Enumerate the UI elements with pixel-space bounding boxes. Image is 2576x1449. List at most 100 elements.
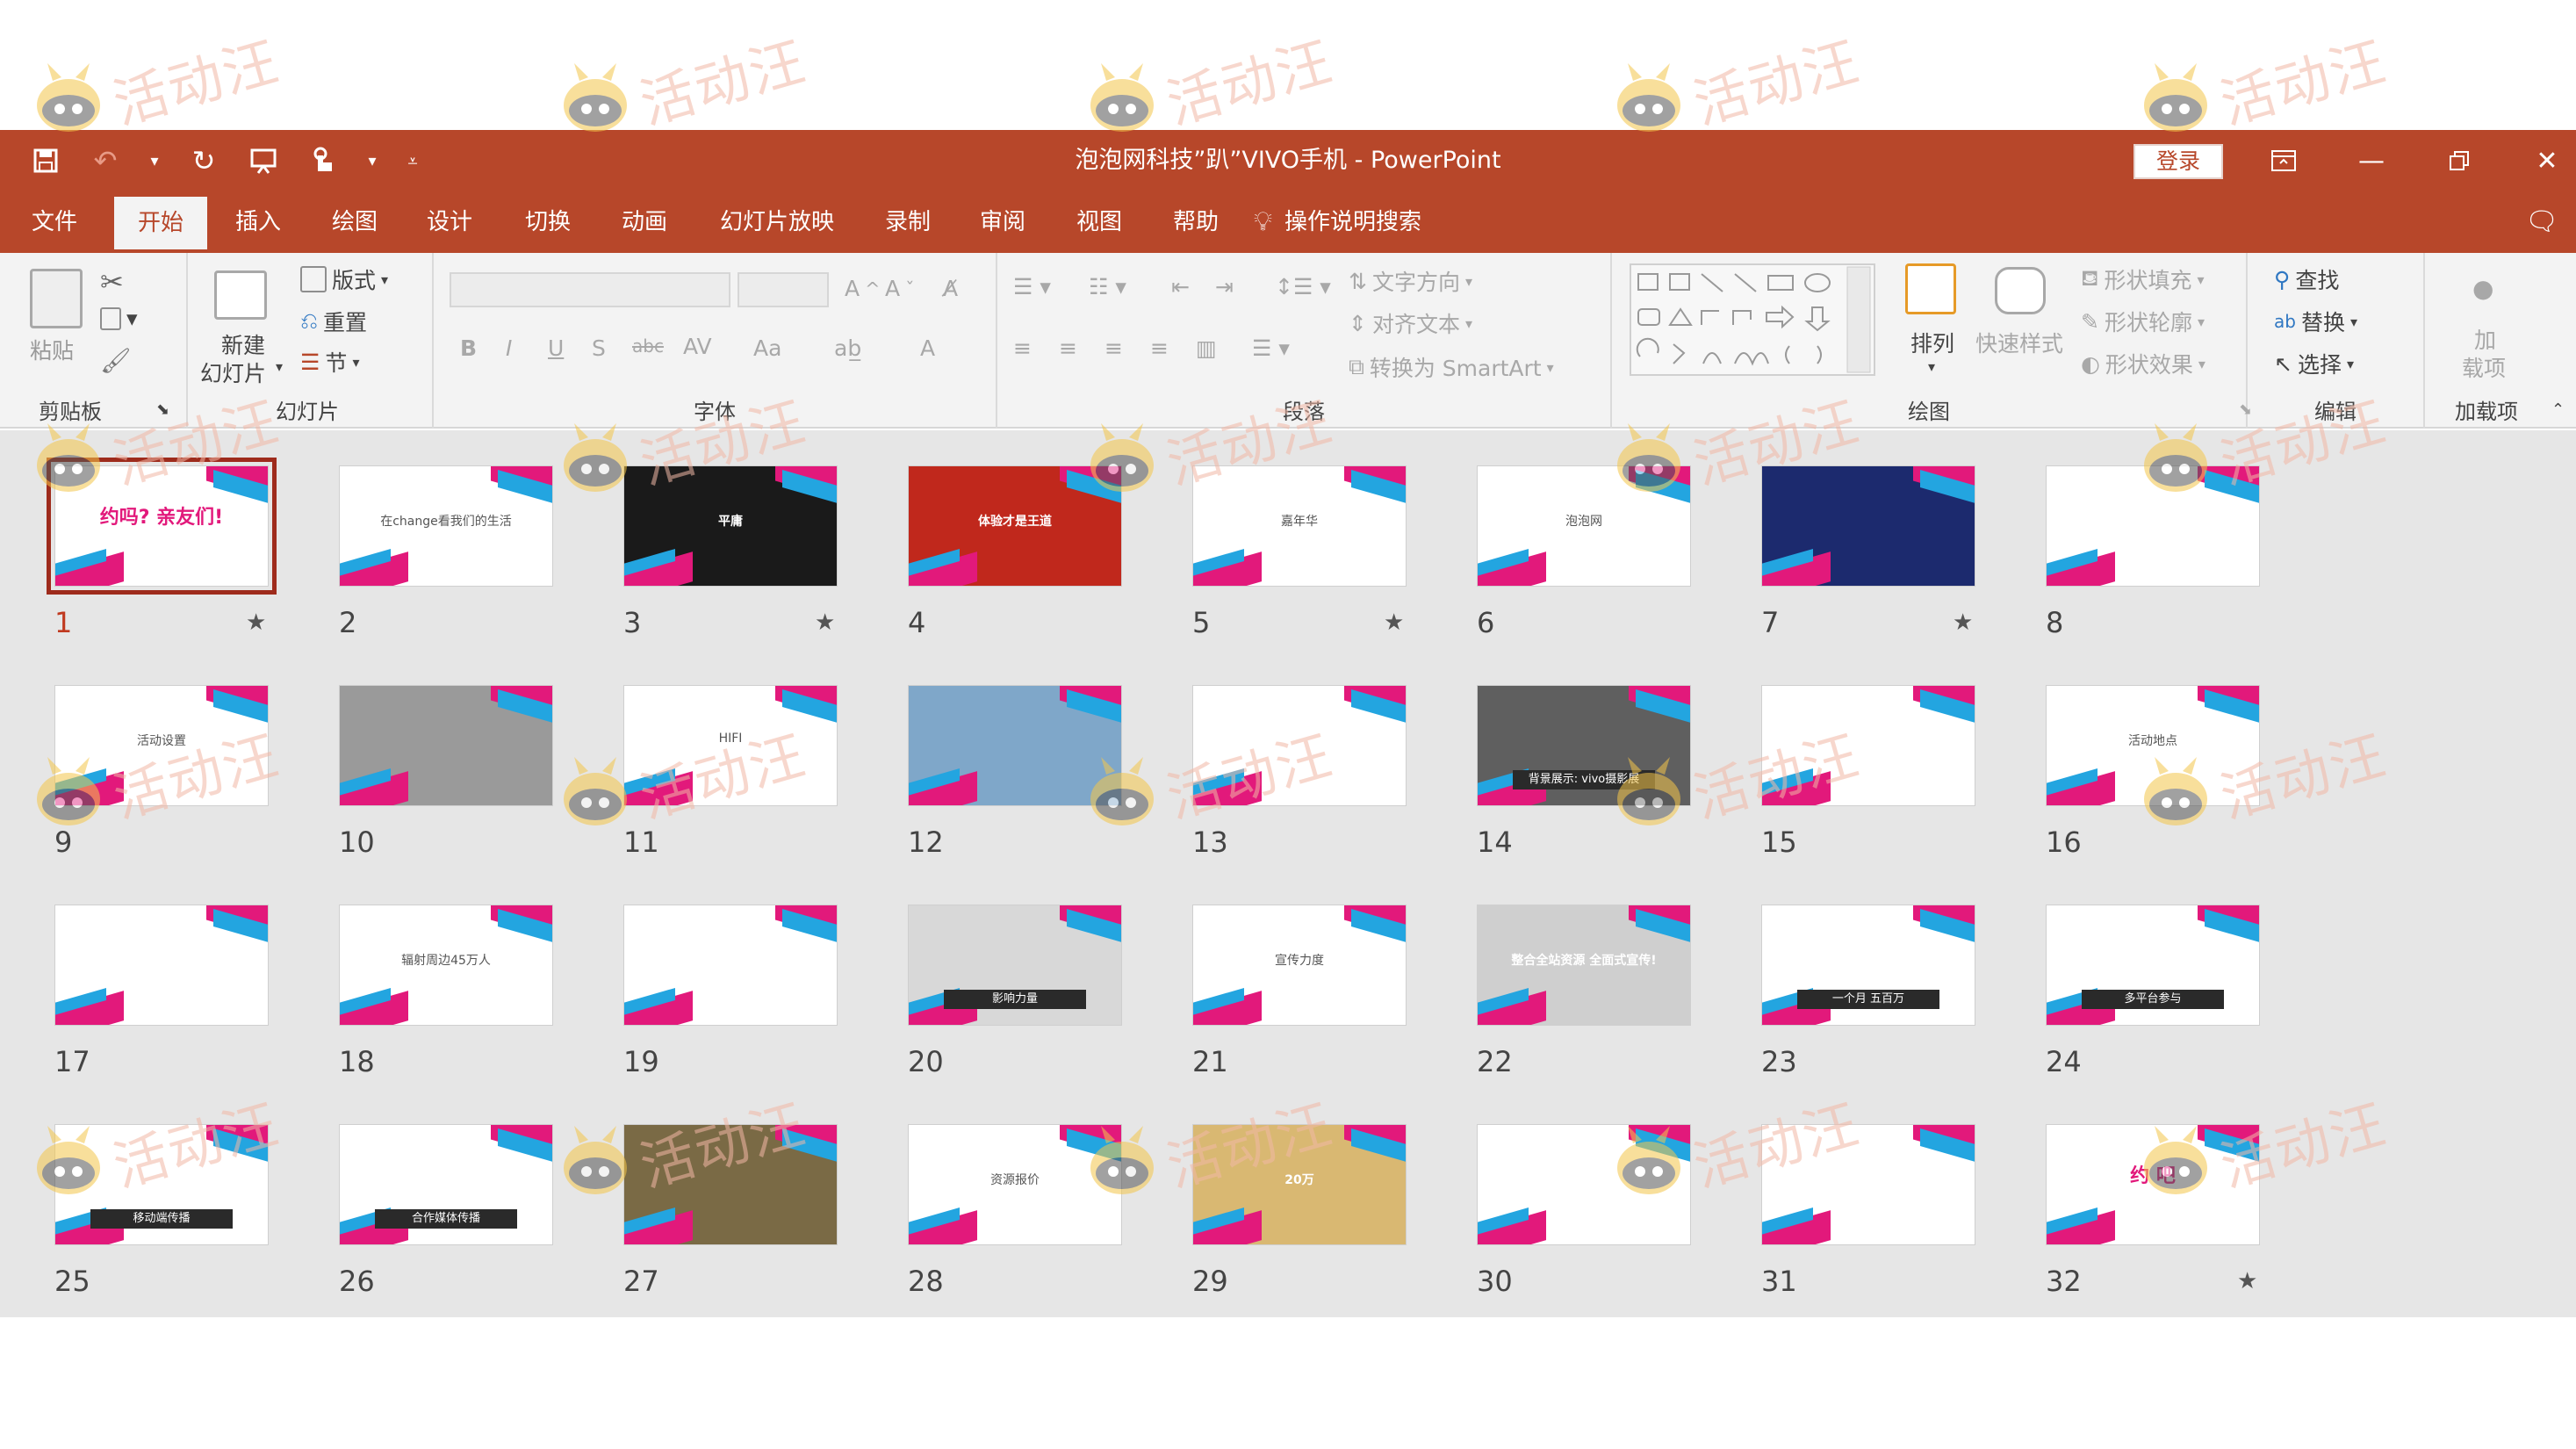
minimize-icon[interactable]: — — [2332, 130, 2411, 191]
arrange-label[interactable]: 排列 — [1910, 327, 1954, 358]
slide-thumbnail[interactable]: 约 吧 — [2046, 1124, 2260, 1245]
tab-draw[interactable]: 绘图 — [316, 191, 393, 253]
slide-thumbnail[interactable]: 活动地点 — [2046, 685, 2260, 806]
addins-label-1[interactable]: 加 — [2474, 323, 2496, 355]
slide-thumbnail[interactable]: 辐射周边45万人 — [339, 905, 553, 1026]
tab-design[interactable]: 设计 — [411, 191, 488, 253]
reset-button[interactable]: ⎌ 重置 — [300, 306, 367, 337]
shape-outline-button[interactable]: ✎ 形状轮廓 ▾ — [2081, 306, 2205, 337]
slide-thumbnail[interactable] — [1192, 685, 1407, 806]
new-slide-label-1[interactable]: 新建 — [221, 328, 265, 360]
slide-thumbnail[interactable] — [2046, 465, 2260, 587]
slide-thumbnail[interactable] — [623, 1124, 838, 1245]
login-button[interactable]: 登录 — [2133, 144, 2223, 179]
slide-thumbnail[interactable] — [623, 905, 838, 1026]
find-button[interactable]: ⚲ 查找 — [2274, 263, 2339, 295]
slide-thumbnail[interactable]: 约吗? 亲友们! — [47, 458, 277, 595]
shape-effects-button[interactable]: ◐ 形状效果 ▾ — [2081, 348, 2205, 379]
chevron-down-icon[interactable]: ▾ — [276, 358, 283, 375]
slide-thumbnail[interactable] — [1761, 1124, 1975, 1245]
font-name-field[interactable] — [450, 272, 730, 307]
decrease-font-icon[interactable]: Aˇ — [885, 276, 915, 301]
copy-icon[interactable]: ▾ — [100, 306, 138, 331]
paste-label[interactable]: 粘贴 — [30, 334, 74, 365]
char-spacing-button[interactable]: AV — [683, 334, 712, 359]
tab-file[interactable]: 文件 — [16, 191, 93, 253]
section-button[interactable]: ☰ 节 ▾ — [300, 346, 359, 378]
justify-icon[interactable]: ≡ — [1150, 335, 1169, 361]
smartart-button[interactable]: ⧉ 转换为 SmartArt ▾ — [1349, 351, 1554, 383]
comments-icon[interactable]: 🗨︎ — [2520, 191, 2564, 253]
tab-view[interactable]: 视图 — [1061, 191, 1138, 253]
decrease-indent-icon[interactable]: ⇤ — [1171, 274, 1190, 299]
highlight-icon[interactable]: ab̲ — [834, 335, 861, 361]
slide-thumbnail[interactable] — [339, 685, 553, 806]
close-icon[interactable]: ✕ — [2508, 130, 2576, 191]
font-size-field[interactable] — [738, 272, 829, 307]
select-button[interactable]: ↖ 选择 ▾ — [2274, 348, 2354, 379]
text-direction-button[interactable]: ⇅ 文字方向 ▾ — [1349, 265, 1472, 297]
tab-transitions[interactable]: 切换 — [509, 191, 586, 253]
increase-font-icon[interactable]: A ^ — [845, 276, 881, 301]
underline-button[interactable]: U — [548, 335, 564, 361]
dialog-launcher-icon[interactable]: ⬊ — [156, 400, 169, 419]
slide-thumbnail[interactable] — [908, 685, 1122, 806]
cut-icon[interactable]: ✂ — [100, 265, 124, 299]
restore-icon[interactable] — [2420, 130, 2499, 191]
align-center-icon[interactable]: ≡ — [1059, 335, 1077, 361]
quick-styles-icon[interactable] — [1995, 267, 2046, 314]
slide-thumbnail[interactable]: 移动端传播 — [54, 1124, 269, 1245]
font-color-button[interactable]: A — [920, 335, 935, 361]
shape-fill-button[interactable]: ⛾ 形状填充 ▾ — [2081, 263, 2204, 295]
align-left-icon[interactable]: ≡ — [1013, 335, 1032, 361]
new-slide-label-2[interactable]: 幻灯片 — [200, 357, 266, 388]
line-spacing-icon[interactable]: ↕☰ ▾ — [1275, 274, 1331, 299]
slide-thumbnail[interactable]: 整合全站资源 全面式宣传! — [1477, 905, 1691, 1026]
tab-review[interactable]: 审阅 — [964, 191, 1041, 253]
increase-indent-icon[interactable]: ⇥ — [1215, 274, 1234, 299]
slide-thumbnail[interactable]: 背景展示: vivo摄影展 — [1477, 685, 1691, 806]
bullets-icon[interactable]: ☰ ▾ — [1013, 274, 1051, 299]
slide-thumbnail[interactable]: 资源报价 — [908, 1124, 1122, 1245]
slide-thumbnail[interactable]: 20万 — [1192, 1124, 1407, 1245]
bold-button[interactable]: B — [460, 335, 477, 361]
slide-thumbnail[interactable]: 嘉年华 — [1192, 465, 1407, 587]
italic-button[interactable]: I — [506, 335, 512, 361]
collapse-ribbon-icon[interactable]: ⌃ — [2551, 400, 2565, 419]
slide-thumbnail[interactable]: 活动设置 — [54, 685, 269, 806]
tell-me-search[interactable]: 💡︎ 操作说明搜索 — [1254, 191, 1482, 253]
slide-thumbnail[interactable]: 泡泡网 — [1477, 465, 1691, 587]
slide-thumbnail[interactable]: 宣传力度 — [1192, 905, 1407, 1026]
slide-thumbnail[interactable]: 一个月 五百万 — [1761, 905, 1975, 1026]
ribbon-display-options-icon[interactable] — [2244, 130, 2323, 191]
addins-label-2[interactable]: 载项 — [2462, 351, 2506, 383]
tab-home[interactable]: 开始 — [114, 197, 207, 253]
slide-thumbnail[interactable] — [1761, 685, 1975, 806]
shadow-button[interactable]: S — [592, 335, 606, 361]
slide-thumbnail[interactable]: 影响力量 — [908, 905, 1122, 1026]
strikethrough-button[interactable]: abc — [632, 335, 664, 357]
layout-button[interactable]: 版式 ▾ — [300, 263, 388, 295]
align-text-button[interactable]: ⇕ 对齐文本 ▾ — [1349, 307, 1472, 339]
addins-icon[interactable]: ● — [2472, 274, 2493, 303]
slide-thumbnail[interactable]: 体验才是王道 — [908, 465, 1122, 587]
slide-thumbnail[interactable]: 在change看我们的生活 — [339, 465, 553, 587]
new-slide-icon[interactable] — [214, 270, 267, 320]
tab-insert[interactable]: 插入 — [219, 191, 297, 253]
tab-record[interactable]: 录制 — [869, 191, 946, 253]
slide-thumbnail[interactable]: 合作媒体传播 — [339, 1124, 553, 1245]
slide-thumbnail[interactable]: 平庸 — [623, 465, 838, 587]
tab-slideshow[interactable]: 幻灯片放映 — [702, 191, 852, 253]
slide-thumbnail[interactable]: 多平台参与 — [2046, 905, 2260, 1026]
quick-styles-label[interactable]: 快速样式 — [1975, 327, 2063, 358]
align-right-icon[interactable]: ≡ — [1105, 335, 1123, 361]
shapes-gallery[interactable] — [1630, 263, 1875, 376]
numbering-icon[interactable]: ☷ ▾ — [1089, 274, 1126, 299]
align-spacing-icon[interactable]: ☰ ▾ — [1252, 335, 1290, 361]
clear-formatting-icon[interactable]: A̸ — [943, 276, 958, 301]
change-case-button[interactable]: Aa — [753, 335, 781, 361]
paste-icon[interactable] — [30, 269, 83, 328]
arrange-icon[interactable] — [1905, 263, 1956, 314]
slide-thumbnail[interactable] — [54, 905, 269, 1026]
replace-button[interactable]: ab 替换 ▾ — [2274, 306, 2357, 337]
